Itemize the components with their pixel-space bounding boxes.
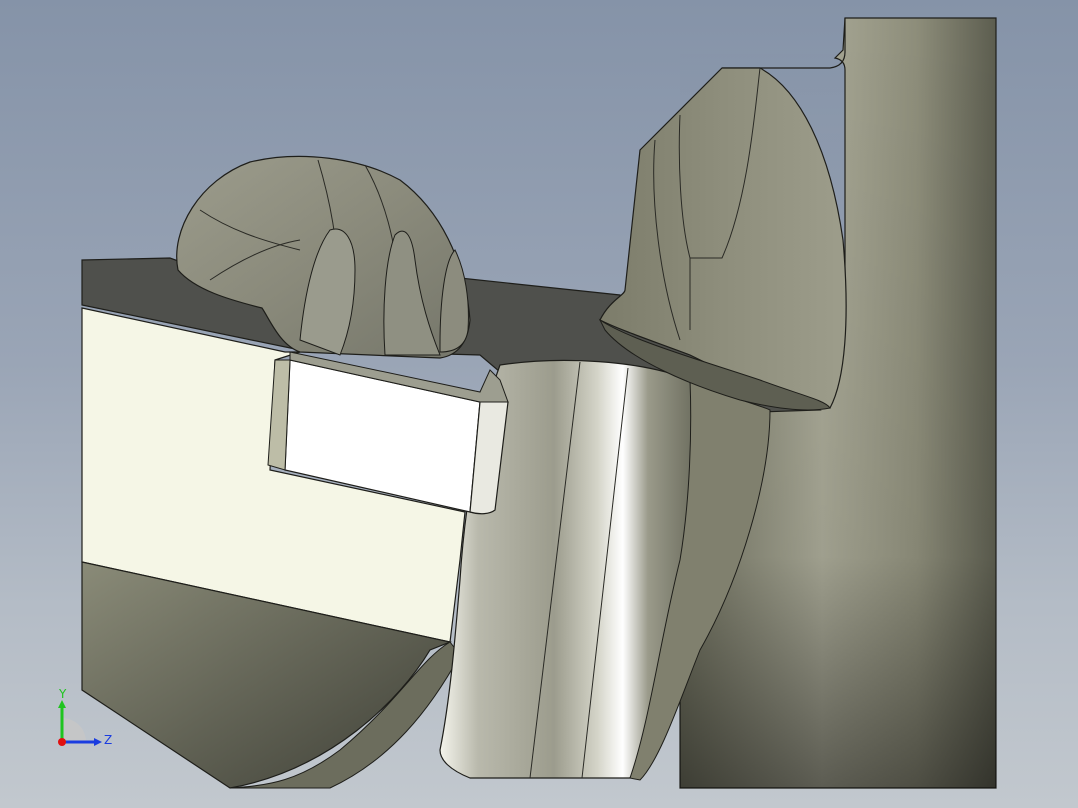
z-axis-arrowhead <box>94 738 102 746</box>
y-axis-arrowhead <box>58 700 66 708</box>
cad-model-view[interactable] <box>0 0 1078 808</box>
triad-quadrant <box>62 718 86 742</box>
x-axis-origin <box>58 738 66 746</box>
cad-viewport[interactable]: Y Z <box>0 0 1078 808</box>
z-axis-label: Z <box>104 733 112 747</box>
y-axis-label: Y <box>58 687 67 701</box>
axis-triad[interactable]: Y Z <box>48 684 120 756</box>
